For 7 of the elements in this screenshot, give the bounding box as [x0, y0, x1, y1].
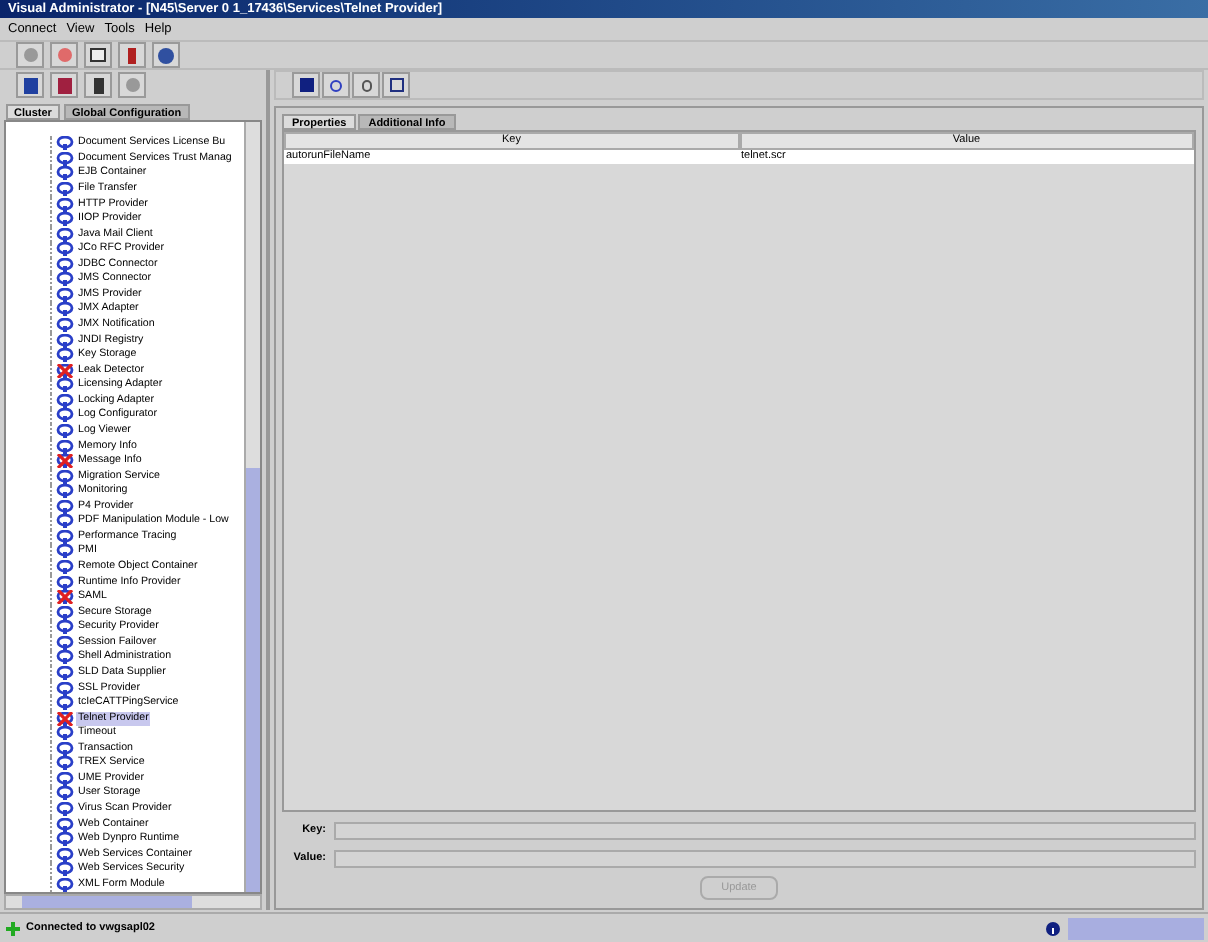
key-field[interactable]	[334, 822, 1196, 840]
connected-icon	[6, 921, 20, 935]
vertical-scrollbar[interactable]	[244, 122, 260, 892]
window-icon[interactable]	[84, 42, 112, 68]
info-icon	[1046, 921, 1060, 935]
horizontal-scrollbar[interactable]	[4, 894, 262, 910]
value-field[interactable]	[334, 850, 1196, 868]
